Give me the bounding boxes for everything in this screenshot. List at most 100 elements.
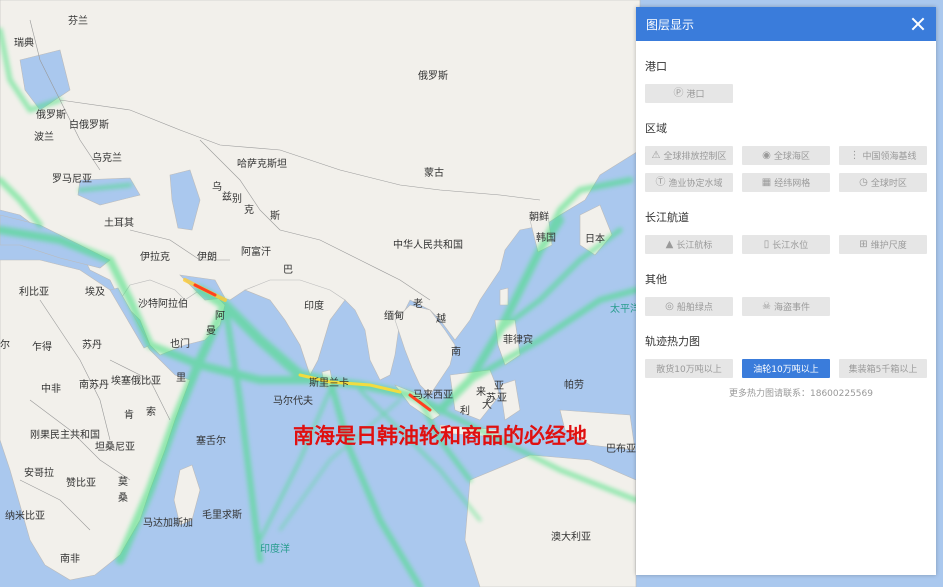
layer-button[interactable]: Ⓣ 渔业协定水域 — [645, 173, 733, 192]
label-tu1: 苏 — [486, 393, 496, 404]
button-row: ⚠ 全球排放控制区 ◉ 全球海区 ⋮ 中国领海基线 — [636, 146, 936, 165]
layer-icon: ◎ — [665, 300, 674, 312]
label-madagascar: 马达加斯加 — [143, 518, 193, 529]
layer-button-label: 长江航标 — [676, 241, 713, 251]
layer-icon: ⚠ — [651, 149, 661, 161]
label-mozambique2: 桑 — [118, 493, 128, 504]
label-oman2: 曼 — [206, 326, 216, 337]
layer-button[interactable]: ⊞ 维护尺度 — [839, 235, 927, 254]
layer-icon: ▲ — [665, 238, 674, 250]
layer-icon: ⊞ — [859, 238, 868, 250]
layer-button[interactable]: ▦ 经纬网格 — [742, 173, 830, 192]
layer-button-label: 全球时区 — [870, 179, 907, 189]
layer-icon: ☠ — [762, 300, 771, 312]
label-belarus: 白俄罗斯 — [69, 120, 109, 131]
label-mozambique: 莫 — [118, 477, 128, 488]
label-tu2: 亚 — [497, 393, 507, 404]
label-chad: 乍得 — [32, 342, 52, 353]
label-maldives: 马尔代夫 — [273, 396, 313, 407]
layer-button-label: 长江水位 — [772, 241, 809, 251]
button-row: ▲ 长江航标 ▯ 长江水位 ⊞ 维护尺度 — [636, 235, 936, 254]
label-somalia2: 索 — [146, 407, 156, 418]
label-uzbekistan: 乌 — [212, 182, 222, 193]
label-drc: 刚果民主共和国 — [30, 430, 100, 441]
label-romania: 罗马尼亚 — [52, 174, 92, 185]
label-indian-ocean: 印度洋 — [260, 544, 290, 555]
panel-title: 图层显示 — [646, 17, 695, 32]
label-iraq: 伊拉克 — [140, 252, 170, 263]
panel-header: 图层显示 — [636, 7, 936, 41]
layer-icon: ▯ — [763, 238, 770, 250]
label-sweden: 瑞典 — [14, 38, 34, 49]
section-title: 长江航道 — [645, 211, 689, 224]
label-south-africa: 南非 — [60, 554, 80, 565]
layer-button-label: 船舶绿点 — [676, 303, 713, 313]
label-tanzania: 坦桑尼亚 — [95, 442, 135, 453]
label-uz3: 别 — [232, 194, 242, 205]
label-egypt: 埃及 — [85, 287, 105, 298]
layer-button-label: 渔业协定水域 — [668, 179, 723, 189]
section-title: 轨迹热力图 — [645, 335, 700, 348]
layer-icon: ⋮ — [849, 149, 860, 161]
label-ukraine: 乌克兰 — [92, 153, 122, 164]
label-cambodia: 南 — [451, 347, 461, 358]
label-yemen: 也门 — [170, 339, 190, 350]
layer-icon: Ⓟ — [673, 87, 684, 99]
label-sudan: 苏丹 — [82, 340, 102, 351]
layer-button[interactable]: ⚠ 全球排放控制区 — [645, 146, 733, 165]
layer-button[interactable]: 集装箱5千箱以上 — [839, 359, 927, 378]
label-seychelles: 塞舌尔 — [196, 436, 226, 447]
label-poland: 波兰 — [34, 132, 54, 143]
layer-icon: ◷ — [859, 176, 868, 188]
label-srilanka: 斯里兰卡 — [309, 378, 349, 389]
button-row: Ⓣ 渔业协定水域 ▦ 经纬网格 ◷ 全球时区 — [636, 173, 936, 192]
label-south-sudan: 南苏丹 — [79, 380, 109, 391]
layer-icon: ◉ — [762, 149, 771, 161]
button-row: ◎ 船舶绿点 ☠ 海盗事件 — [636, 297, 936, 316]
layer-button[interactable]: ⋮ 中国领海基线 — [839, 146, 927, 165]
layer-button-label: 全球排放控制区 — [663, 152, 727, 162]
label-mauritius: 毛里求斯 — [202, 510, 242, 521]
label-namibia: 纳米比亚 — [5, 511, 45, 522]
layer-icon: ▦ — [761, 176, 772, 188]
label-china: 中华人民共和国 — [393, 240, 463, 251]
label-pakistan: 巴 — [283, 265, 293, 276]
label-australia: 澳大利亚 — [551, 532, 591, 543]
label-turkey: 土耳其 — [104, 218, 134, 229]
label-saudi: 沙特阿拉伯 — [138, 299, 188, 310]
close-icon[interactable] — [910, 16, 926, 32]
label-mongolia: 蒙古 — [424, 168, 444, 179]
label-philippines: 菲律宾 — [503, 335, 533, 346]
layer-panel: 图层显示 港口 Ⓟ 港口 区域 ⚠ 全球排放控制区 ◉ 全球海区 ⋮ 中国领海基线 Ⓣ 渔业协定水域 ▦… — [636, 7, 936, 575]
layer-button-label: 港口 — [686, 90, 705, 100]
button-row: 散货10万吨以上 油轮10万吨以上 集装箱5千箱以上 — [636, 359, 936, 378]
layer-button[interactable]: 油轮10万吨以上 — [742, 359, 830, 378]
label-angola: 安哥拉 — [24, 468, 54, 479]
label-uz4: 克 — [244, 205, 254, 216]
layer-button[interactable]: ◷ 全球时区 — [839, 173, 927, 192]
label-papua: 帕劳 — [564, 380, 584, 391]
label-ethiopia: 埃塞俄比亚 — [111, 376, 161, 387]
layer-button[interactable]: ◉ 全球海区 — [742, 146, 830, 165]
layer-button[interactable]: 散货10万吨以上 — [645, 359, 733, 378]
contact-info: 更多热力图请联系：18600225569 — [729, 389, 873, 399]
label-kazakhstan: 哈萨克斯坦 — [237, 159, 287, 170]
panel-sections: 港口 Ⓟ 港口 区域 ⚠ 全球排放控制区 ◉ 全球海区 ⋮ 中国领海基线 Ⓣ 渔业协定水域 ▦ 经纬网格 ◷… — [636, 58, 936, 378]
label-laos: 老 — [413, 299, 423, 310]
label-finland: 芬兰 — [68, 16, 88, 27]
layer-button-label: 中国领海基线 — [862, 152, 917, 162]
label-uz5: 斯 — [270, 211, 280, 222]
label-uz2: 兹 — [222, 192, 232, 203]
label-central-af: 中非 — [41, 384, 61, 395]
layer-button-label: 油轮10万吨以上 — [753, 365, 819, 375]
layer-button[interactable]: ◎ 船舶绿点 — [645, 297, 733, 316]
layer-button[interactable]: Ⓟ 港口 — [645, 84, 733, 103]
label-libya: 利比亚 — [19, 287, 49, 298]
layer-button[interactable]: ☠ 海盗事件 — [742, 297, 830, 316]
layer-button[interactable]: ▯ 长江水位 — [742, 235, 830, 254]
label-png: 巴布亚 — [606, 444, 636, 455]
layer-button[interactable]: ▲ 长江航标 — [645, 235, 733, 254]
label-russia-w: 俄罗斯 — [36, 110, 66, 121]
section-title: 港口 — [645, 60, 667, 73]
label-south-korea: 韩国 — [536, 233, 556, 244]
